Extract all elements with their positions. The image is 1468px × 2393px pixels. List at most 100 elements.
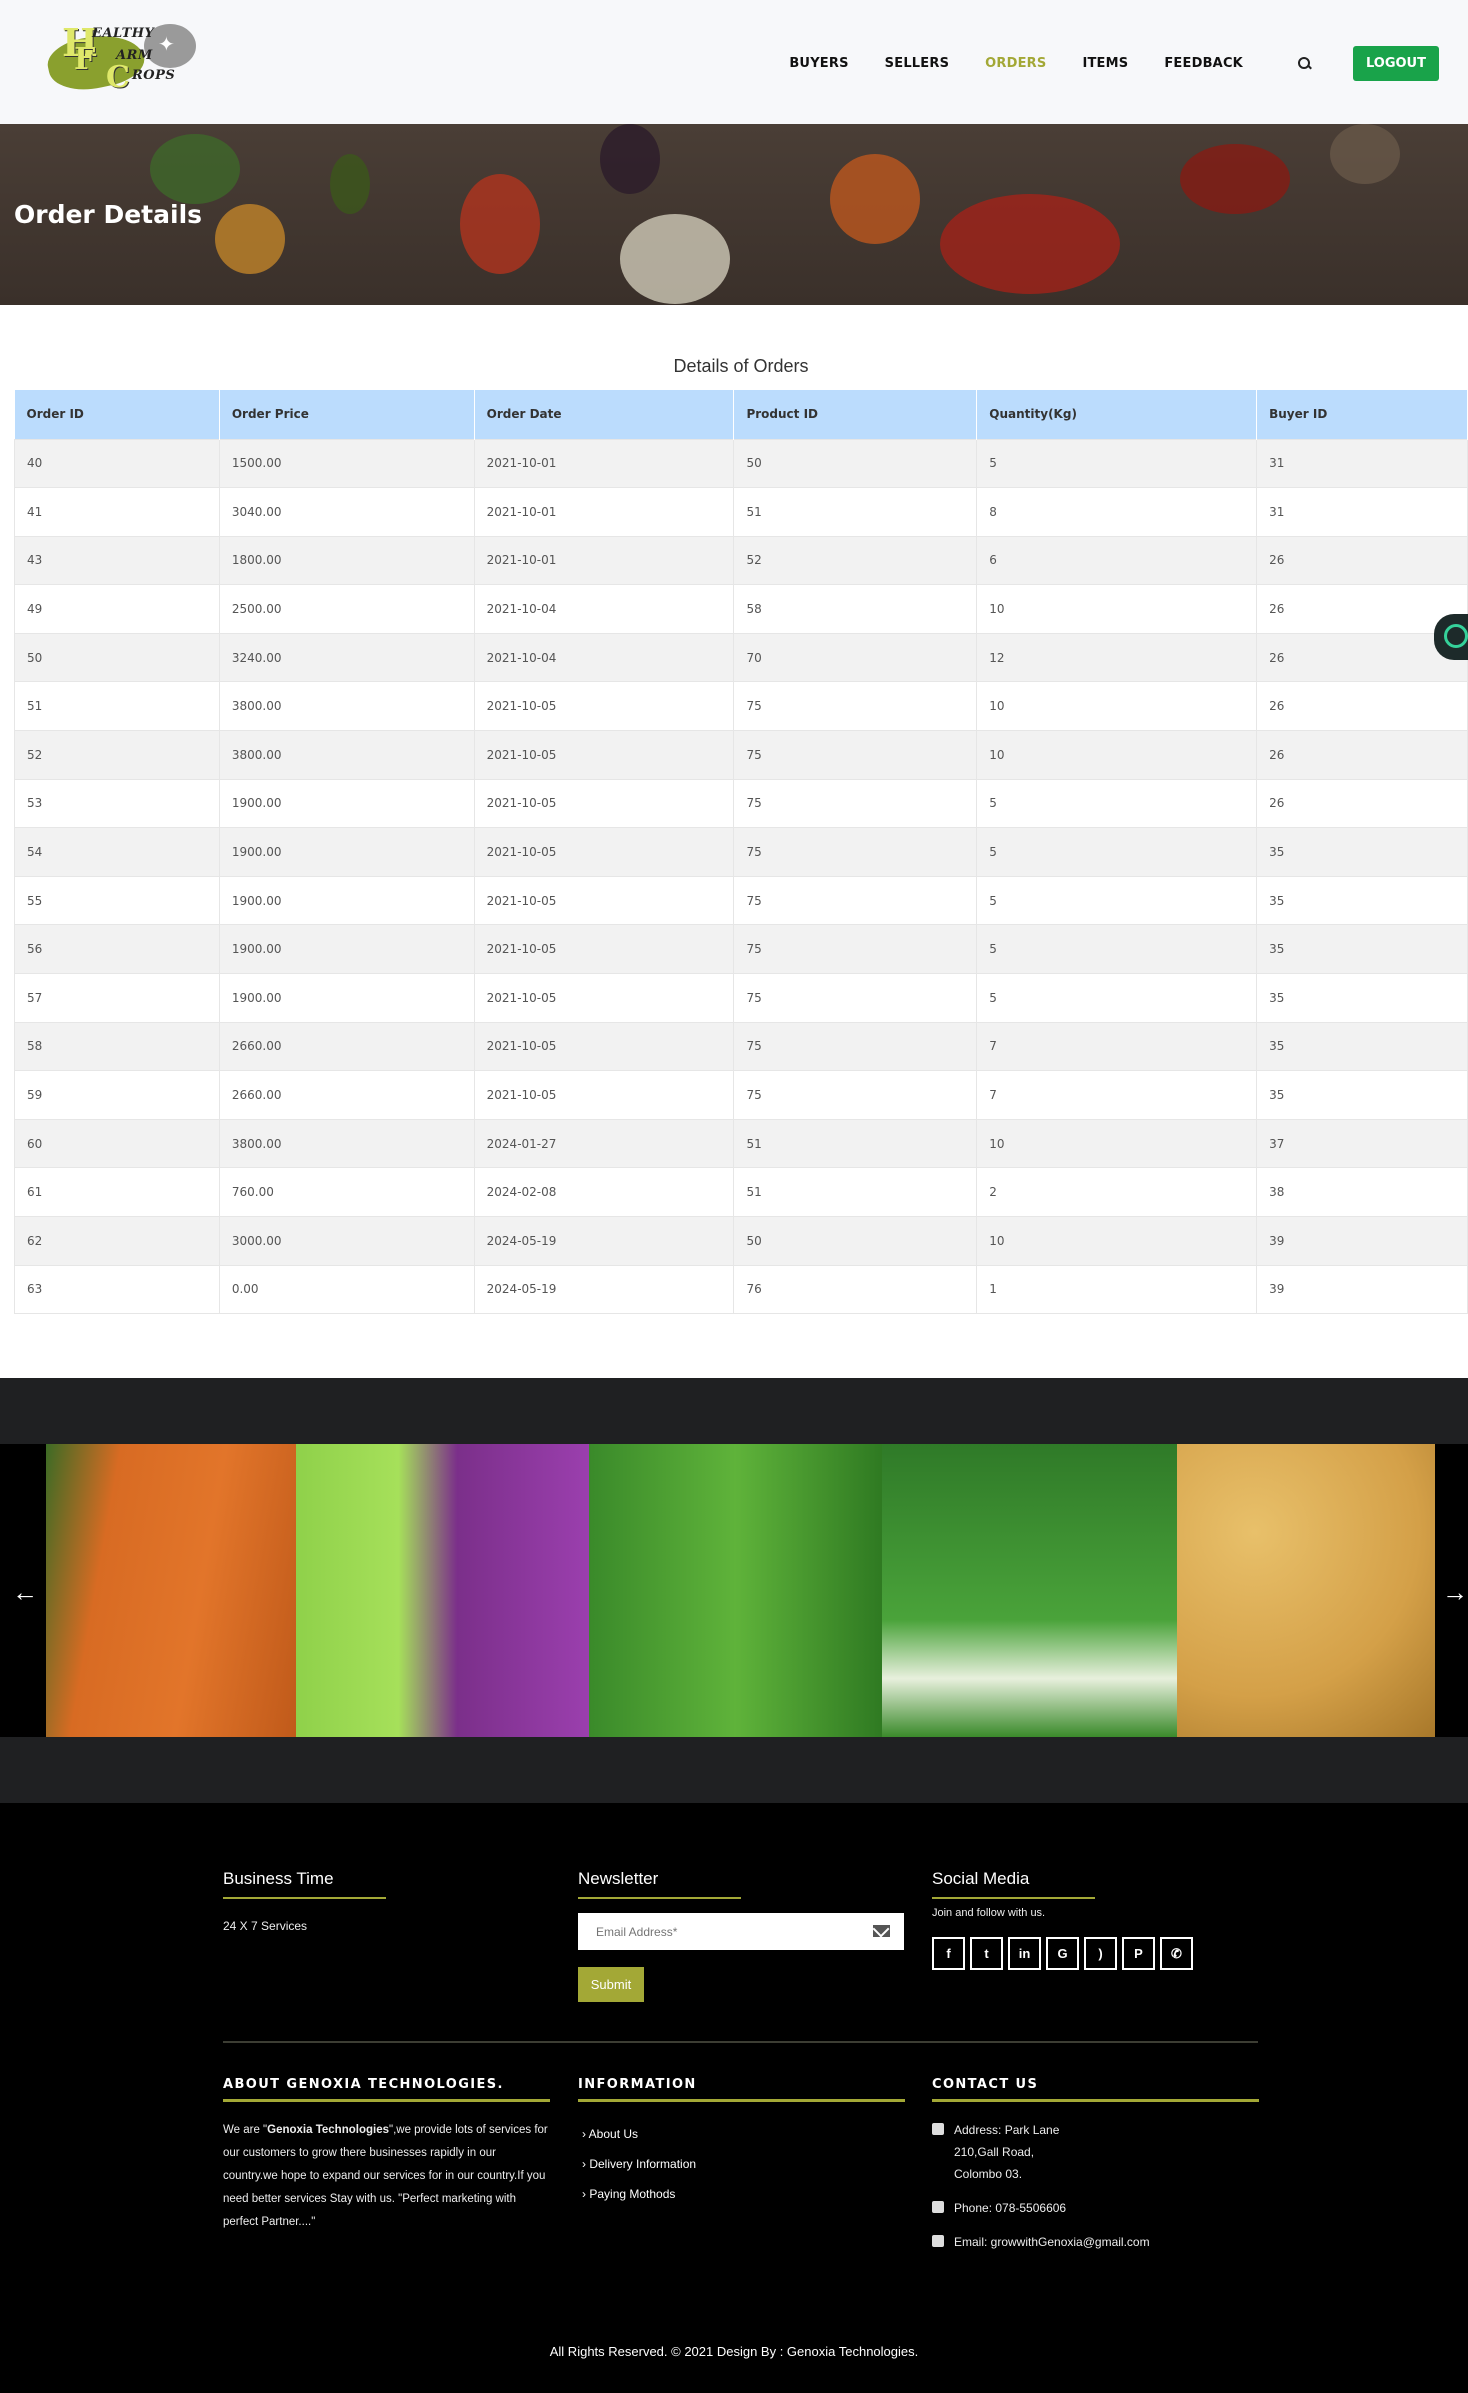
site-footer: Business Time 24 X 7 Services Newsletter… xyxy=(0,1803,1468,2393)
table-cell: 53 xyxy=(14,778,220,829)
whatsapp-icon[interactable]: ✆ xyxy=(1160,1937,1193,1970)
table-cell: 2021-10-01 xyxy=(473,487,735,537)
facebook-icon[interactable]: f xyxy=(932,1937,965,1970)
table-cell: 2021-10-05 xyxy=(473,730,735,780)
copyright: All Rights Reserved. © 2021 Design By : … xyxy=(549,2344,919,2359)
table-cell: 3800.00 xyxy=(218,730,475,780)
newsletter-heading: Newsletter xyxy=(578,1869,742,1899)
contact-heading: CONTACT US xyxy=(932,2077,1260,2102)
table-cell: 7 xyxy=(976,1070,1258,1120)
table-row: 51 3800.00 2021-10-05 75 10 26 xyxy=(14,681,1468,732)
newsletter-email-box xyxy=(578,1913,904,1950)
table-cell: 5 xyxy=(976,827,1258,877)
rss-icon[interactable]: ) xyxy=(1084,1937,1117,1970)
table-cell: 5 xyxy=(976,438,1258,489)
table-cell: 5 xyxy=(976,973,1258,1023)
table-cell: 1900.00 xyxy=(218,924,475,975)
table-cell: 39 xyxy=(1256,1264,1468,1315)
newsletter-submit-button[interactable]: Submit xyxy=(578,1967,644,2002)
info-link-about-us[interactable]: › About Us xyxy=(582,2127,638,2141)
table-cell: 3040.00 xyxy=(218,487,475,537)
hero-veg-chili xyxy=(1180,144,1290,214)
contact-phone: Phone: 078-5506606 xyxy=(932,2197,1066,2219)
page-title: Order Details xyxy=(14,200,203,229)
table-cell: 3000.00 xyxy=(218,1216,475,1266)
social-icons: f t in G ) P ✆ xyxy=(932,1937,1198,1970)
orders-table-body: 40 1500.00 2021-10-01 50 5 31 41 3040.00 2021-10… xyxy=(14,438,1468,1315)
table-cell: 2660.00 xyxy=(218,1021,475,1072)
hero-veg-cauliflower xyxy=(620,214,730,304)
assistant-widget[interactable] xyxy=(1434,614,1468,660)
hero-veg-cherry-tomatoes xyxy=(940,194,1120,294)
table-cell: 2021-10-05 xyxy=(473,875,735,926)
table-cell: 75 xyxy=(733,875,978,926)
site-logo[interactable]: ✦ H EALTHY F ARM C ROPS xyxy=(43,18,202,104)
table-cell: 57 xyxy=(14,973,220,1023)
vegetable-carousel: ← → xyxy=(0,1444,1468,1737)
carousel-prev-arrow-icon[interactable]: ← xyxy=(12,1577,38,1608)
nav-buyers[interactable]: BUYERS xyxy=(789,56,848,71)
table-cell: 1900.00 xyxy=(218,778,475,829)
carousel-slide-bok-choy xyxy=(882,1444,1177,1737)
carousel-slide-carrots xyxy=(46,1444,296,1737)
table-row: 54 1900.00 2021-10-05 75 5 35 xyxy=(14,827,1468,877)
table-cell: 760.00 xyxy=(218,1167,475,1217)
logout-button[interactable]: LOGOUT xyxy=(1352,46,1439,81)
info-link-paying-methods[interactable]: › Paying Mothods xyxy=(582,2187,675,2201)
nav-orders[interactable]: ORDERS xyxy=(985,56,1046,71)
about-heading: ABOUT GENOXIA TECHNOLOGIES. xyxy=(223,2077,550,2102)
carousel-slide-cabbage xyxy=(296,1444,589,1737)
table-cell: 51 xyxy=(733,1118,978,1169)
table-row: 50 3240.00 2021-10-04 70 12 26 xyxy=(14,632,1468,683)
table-cell: 35 xyxy=(1256,875,1468,926)
table-row: 57 1900.00 2021-10-05 75 5 35 xyxy=(14,973,1468,1023)
table-cell: 75 xyxy=(733,1021,978,1072)
table-cell: 8 xyxy=(976,487,1258,537)
nav-sellers[interactable]: SELLERS xyxy=(885,56,949,71)
table-cell: 26 xyxy=(1256,778,1468,829)
nav-items[interactable]: ITEMS xyxy=(1082,56,1128,71)
carousel-next-arrow-icon[interactable]: → xyxy=(1442,1577,1468,1608)
table-header-cell: Product ID xyxy=(733,390,978,439)
social-media-heading: Social Media xyxy=(932,1869,1096,1899)
table-cell: 39 xyxy=(1256,1216,1468,1266)
about-text: We are "Genoxia Technologies",we provide… xyxy=(223,2119,553,2234)
search-icon[interactable] xyxy=(1297,56,1313,72)
about-prefix: We are " xyxy=(223,2124,268,2136)
table-row: 53 1900.00 2021-10-05 75 5 26 xyxy=(14,778,1468,829)
table-caption: Details of Orders xyxy=(673,356,809,376)
table-cell: 26 xyxy=(1256,535,1468,586)
address-line-2: 210,Gall Road, xyxy=(954,2145,1035,2159)
table-row: 62 3000.00 2024-05-19 50 10 39 xyxy=(14,1216,1468,1266)
table-cell: 63 xyxy=(14,1264,220,1315)
table-cell: 75 xyxy=(733,924,978,975)
table-row: 43 1800.00 2021-10-01 52 6 26 xyxy=(14,535,1468,586)
table-cell: 35 xyxy=(1256,827,1468,877)
table-cell: 10 xyxy=(976,1118,1258,1169)
table-cell: 41 xyxy=(14,487,220,537)
table-cell: 37 xyxy=(1256,1118,1468,1169)
nav-feedback[interactable]: FEEDBACK xyxy=(1164,56,1243,71)
table-cell: 51 xyxy=(733,487,978,537)
table-cell: 2021-10-05 xyxy=(473,973,735,1023)
linkedin-icon[interactable]: in xyxy=(1008,1937,1041,1970)
newsletter-email-input[interactable] xyxy=(578,1913,848,1950)
table-cell: 35 xyxy=(1256,973,1468,1023)
google-icon[interactable]: G xyxy=(1046,1937,1079,1970)
table-cell: 75 xyxy=(733,827,978,877)
table-cell: 2021-10-05 xyxy=(473,827,735,877)
pinterest-icon[interactable]: P xyxy=(1122,1937,1155,1970)
table-cell: 31 xyxy=(1256,487,1468,537)
hero-veg-leaf xyxy=(150,134,240,204)
table-row: 55 1900.00 2021-10-05 75 5 35 xyxy=(14,875,1468,926)
twitter-icon[interactable]: t xyxy=(970,1937,1003,1970)
table-cell: 35 xyxy=(1256,1070,1468,1120)
address-line-1: Address: Park Lane xyxy=(954,2123,1060,2137)
footer-divider xyxy=(223,2041,1258,2043)
hero-banner: Order Details xyxy=(0,124,1468,305)
hero-veg-eggplant xyxy=(600,124,660,194)
table-cell: 2024-05-19 xyxy=(473,1216,735,1266)
table-cell: 1900.00 xyxy=(218,827,475,877)
table-cell: 26 xyxy=(1256,681,1468,732)
info-link-delivery[interactable]: › Delivery Information xyxy=(582,2157,696,2171)
